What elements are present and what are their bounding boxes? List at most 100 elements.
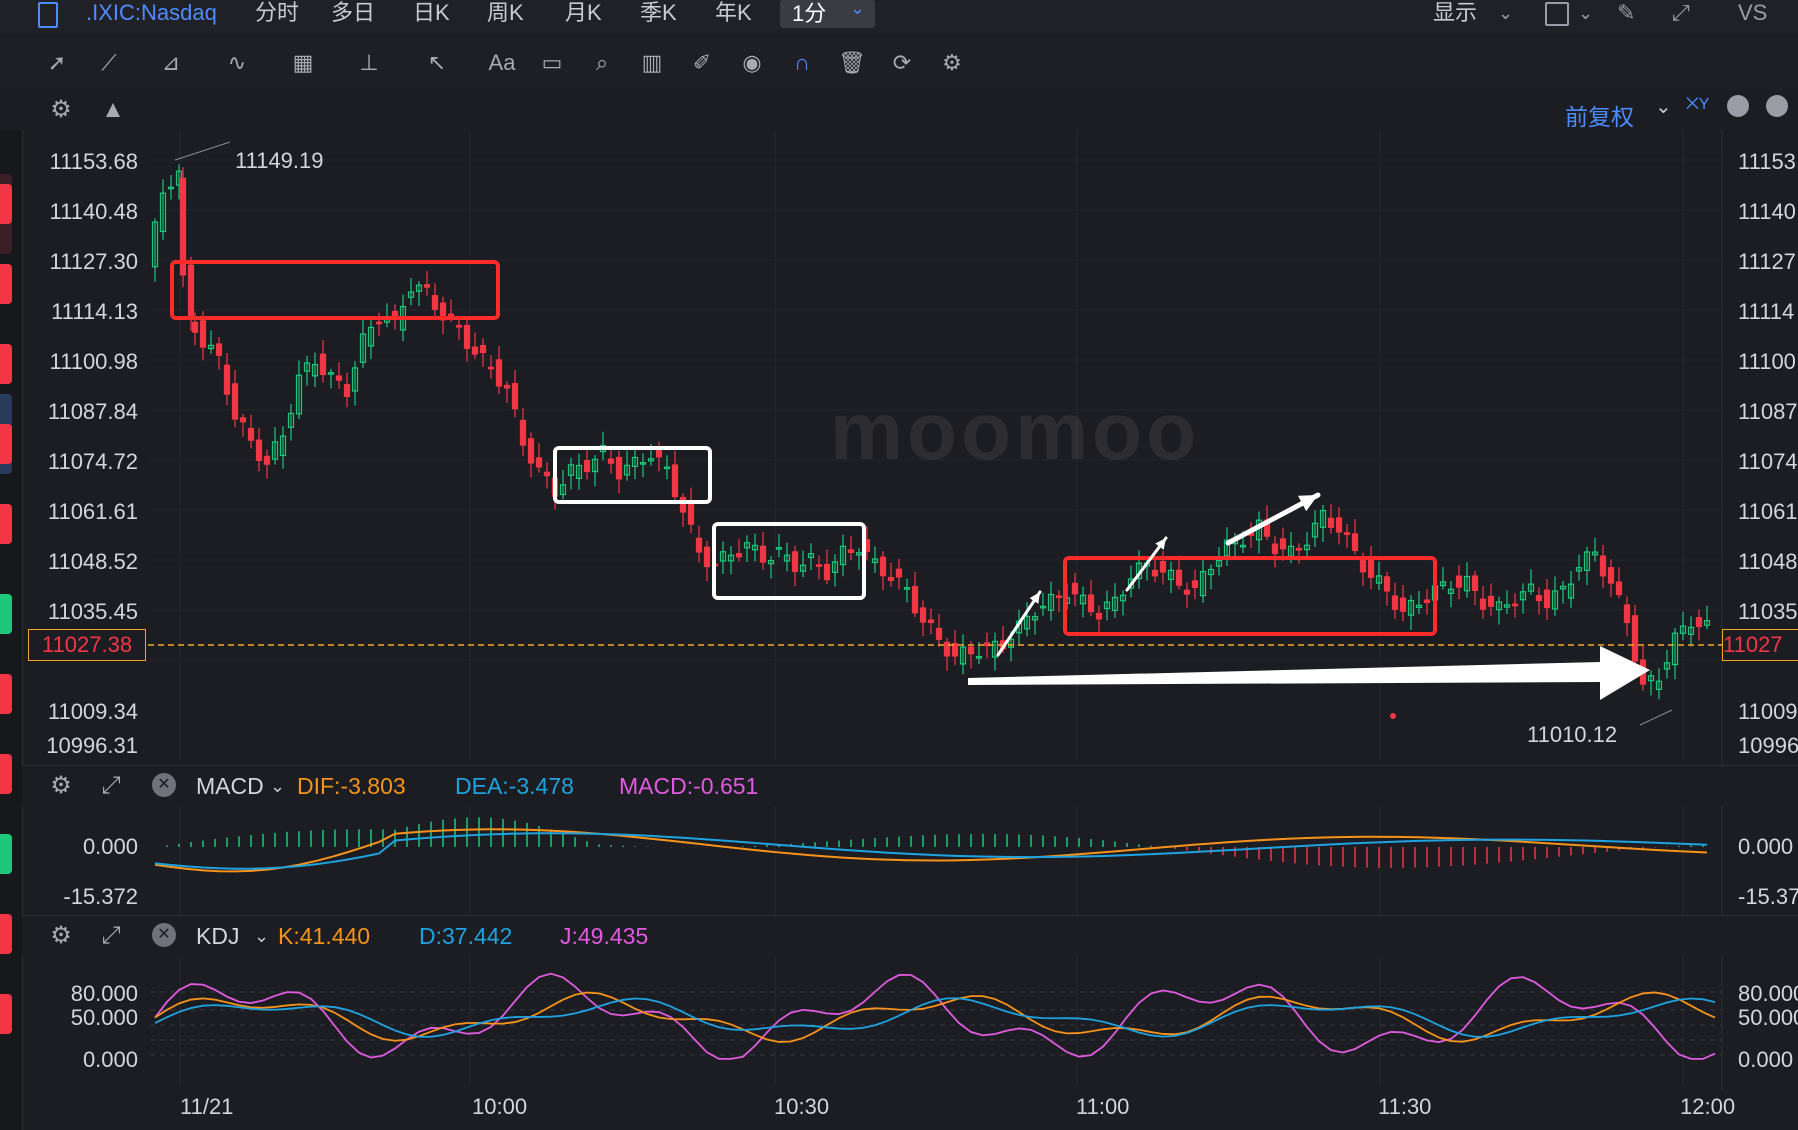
trash-icon[interactable]: 🗑: [835, 48, 869, 78]
close-icon[interactable]: ✕: [152, 923, 176, 947]
search-icon[interactable]: ⌕: [585, 48, 619, 78]
close-panel-icon[interactable]: [1766, 95, 1788, 117]
candle-body: [215, 343, 223, 356]
candle-body: [759, 545, 767, 563]
price-axis-label-right: 11048: [1738, 549, 1798, 574]
candle-body: [1479, 598, 1487, 610]
kdj-axis-label-right: 80.000: [1738, 981, 1798, 1006]
chart-canvas[interactable]: [0, 130, 1798, 1130]
candle-body: [191, 321, 199, 333]
tab-quarterly[interactable]: 季K: [640, 0, 677, 26]
price-axis-label: 10996.31: [46, 733, 138, 758]
expand-icon[interactable]: ⤢: [98, 773, 124, 799]
tab-daily[interactable]: 日K: [413, 0, 450, 26]
kdj-d-value: D:37.442: [419, 923, 513, 949]
kdj-axis-label: 0.000: [82, 1047, 138, 1072]
sync-icon[interactable]: ⟳: [885, 48, 919, 78]
price-axis-label-right: 11140: [1738, 199, 1796, 224]
tab-yearly[interactable]: 年K: [715, 0, 752, 26]
channel-tool-icon[interactable]: ⊿: [154, 48, 188, 78]
time-axis-label: 12:00: [1680, 1094, 1736, 1119]
tab-multiday[interactable]: 多日: [331, 0, 375, 26]
tab-intraday[interactable]: 分时: [255, 0, 299, 26]
candle-body: [423, 284, 431, 288]
candle-body: [615, 456, 623, 480]
candle-body: [879, 556, 887, 577]
adjust-dropdown[interactable]: 前复权: [1565, 98, 1634, 132]
time-axis-label: 11:00: [1076, 1094, 1130, 1119]
candle-body: [319, 353, 327, 376]
text-tool-icon[interactable]: Aa: [485, 48, 519, 78]
candle-body: [687, 500, 695, 525]
gear-icon[interactable]: ⚙: [48, 773, 74, 799]
candle-body: [1487, 595, 1495, 607]
chevron-down-icon: ⌄: [254, 926, 270, 946]
candle-body: [671, 464, 679, 498]
top-bar: .IXIC:Nasdaq 分时 多日 日K 周K 月K 季K 年K 1分 ⌄ 显…: [0, 0, 1798, 34]
gear-icon[interactable]: ⚙: [48, 97, 74, 123]
fib-tool-icon[interactable]: ▦: [286, 48, 320, 78]
candle-body: [1631, 615, 1639, 662]
candle-body: [1087, 594, 1095, 613]
indicator-name[interactable]: MACD: [196, 772, 264, 800]
macd-axis-label-right: 0.000: [1738, 834, 1794, 859]
candle-body: [543, 471, 551, 477]
candle-body: [1695, 617, 1703, 628]
brush-icon[interactable]: ✎: [1617, 0, 1635, 26]
candle-body: [1055, 595, 1063, 599]
vs-button[interactable]: VS: [1738, 0, 1767, 26]
magnet-icon[interactable]: ∩: [785, 48, 819, 78]
price-axis-label-right: 11074: [1738, 449, 1798, 474]
line-tool-icon[interactable]: ⟋: [92, 48, 126, 78]
chart-layout-icon[interactable]: [38, 2, 58, 28]
eraser-icon[interactable]: ✐: [685, 48, 719, 78]
price-axis-label-right: 11114: [1738, 299, 1795, 324]
candle-body: [463, 324, 471, 349]
candle-body: [343, 384, 351, 398]
price-axis-label: 11009.34: [47, 699, 138, 724]
kdj-header: ⚙ ⤢ ✕ KDJ ⌄ K:41.440 D:37.442 J:49.435: [22, 915, 1798, 956]
cursor-icon[interactable]: ➚: [40, 48, 74, 78]
candle-body: [967, 646, 975, 655]
price-axis-label-right: 11009: [1738, 699, 1798, 724]
tab-weekly[interactable]: 周K: [487, 0, 524, 26]
period-dropdown[interactable]: 1分 ⌄: [780, 0, 875, 28]
candle-body: [1175, 569, 1183, 586]
candle-body: [1183, 589, 1191, 595]
candle-body: [735, 553, 743, 558]
measure-tool-icon[interactable]: ⊥: [352, 48, 386, 78]
price-axis-label-right: 10996: [1738, 733, 1798, 758]
close-icon[interactable]: ✕: [152, 773, 176, 797]
arrow-tool-icon[interactable]: ↖: [420, 48, 454, 78]
watermark-logo: moomoo: [830, 386, 1201, 477]
macd-dif-line: [154, 828, 1708, 873]
expand-icon[interactable]: ⤢: [98, 923, 124, 949]
candle-body: [231, 383, 239, 420]
candle-body: [535, 457, 543, 468]
indicator-name[interactable]: KDJ: [196, 922, 239, 950]
candles-icon[interactable]: ▥: [635, 48, 669, 78]
display-dropdown[interactable]: 显示: [1433, 0, 1477, 26]
candle-body: [199, 320, 207, 348]
minimize-icon[interactable]: [1727, 95, 1749, 117]
gear-icon[interactable]: ⚙: [48, 923, 74, 949]
candle-body: [1367, 556, 1375, 578]
kdj-j-line: [154, 972, 1716, 1060]
comment-icon[interactable]: ▭: [535, 48, 569, 78]
wave-tool-icon[interactable]: ∿: [220, 48, 254, 78]
collapse-up-icon[interactable]: ▲: [100, 97, 126, 123]
current-price-tag: 11027.38: [28, 629, 146, 661]
gear-icon[interactable]: ⚙: [935, 48, 969, 78]
eye-icon[interactable]: ◉: [735, 48, 769, 78]
candle-body: [1279, 538, 1287, 550]
log-axis-icon[interactable]: ⨉Y: [1686, 96, 1709, 114]
time-axis-label: 11:30: [1378, 1094, 1432, 1119]
candle-body: [655, 448, 663, 458]
candle-body: [927, 619, 935, 624]
candle-body: [679, 496, 687, 513]
window-icon[interactable]: [1545, 2, 1569, 26]
tab-monthly[interactable]: 月K: [565, 0, 602, 26]
fullscreen-icon[interactable]: ⤢: [1672, 0, 1690, 26]
candle-body: [487, 366, 495, 370]
symbol-label[interactable]: .IXIC:Nasdaq: [86, 0, 217, 26]
